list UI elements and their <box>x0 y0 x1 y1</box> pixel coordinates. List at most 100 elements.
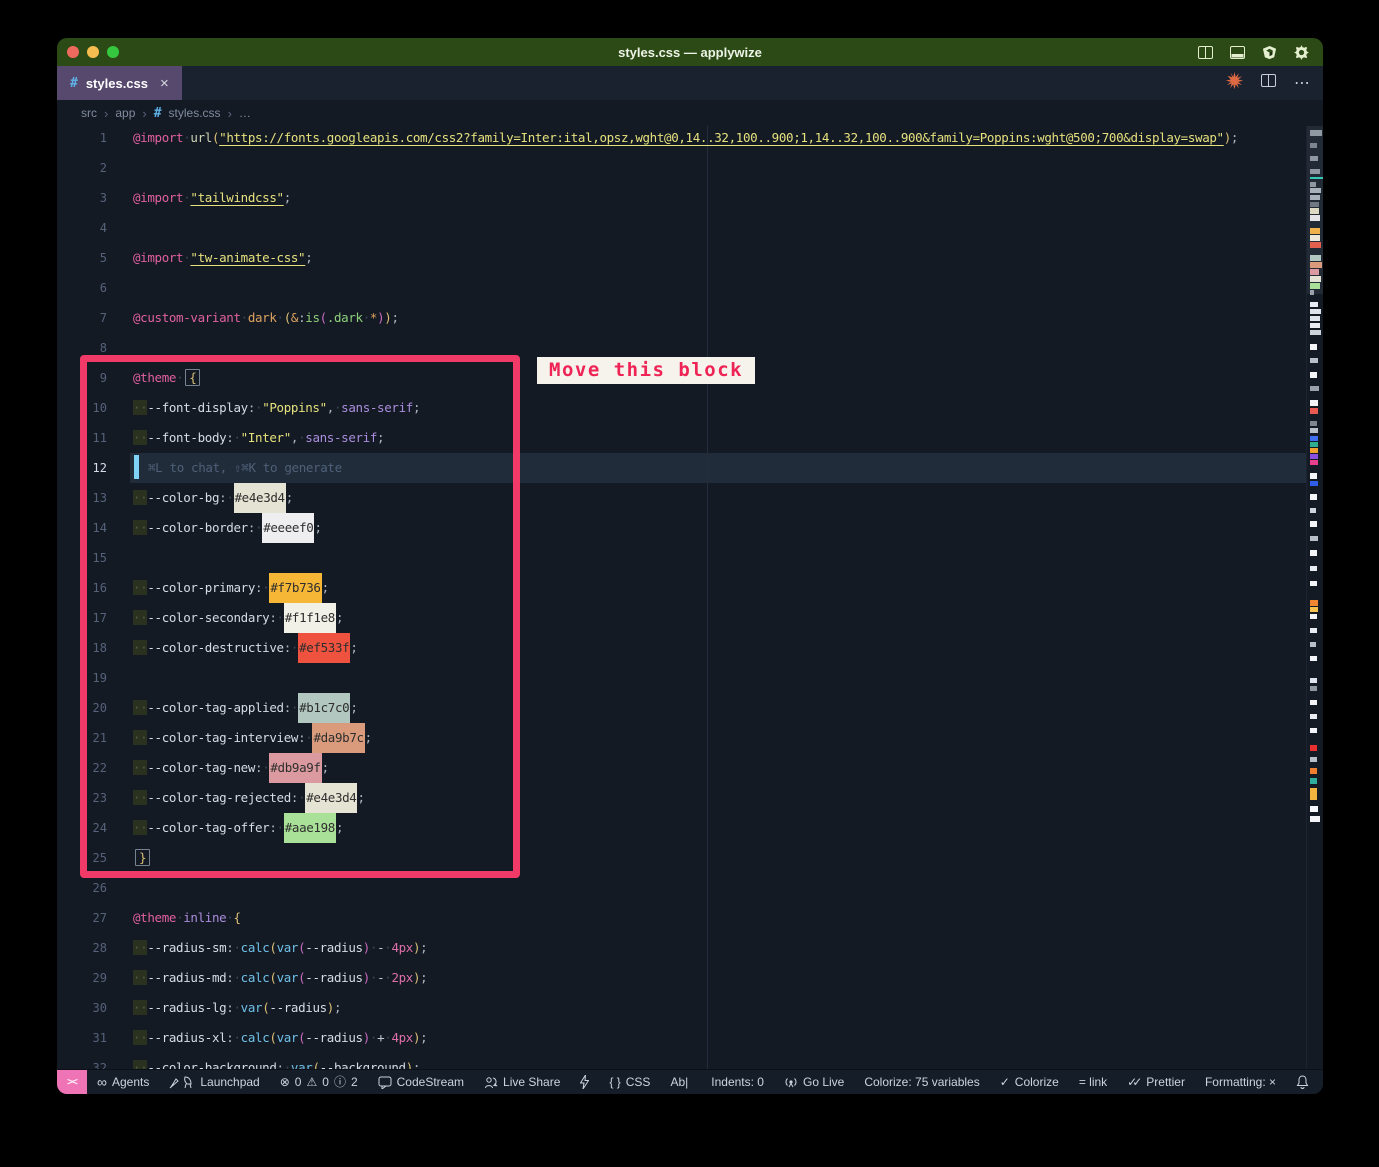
minimap-block <box>1310 344 1317 350</box>
breadcrumb-label: styles.css <box>169 106 221 120</box>
minimap-block <box>1310 156 1318 161</box>
remote-icon: >< <box>67 1077 77 1088</box>
status-item-link-mode[interactable]: = link <box>1069 1070 1117 1094</box>
code-token: ) <box>363 940 370 955</box>
code-token: --radius-sm <box>147 940 226 955</box>
code-token: · <box>370 940 377 955</box>
code-token: var <box>277 1030 299 1045</box>
status-item-notifications[interactable] <box>1286 1070 1319 1094</box>
code-token: --radius <box>305 1030 362 1045</box>
minimap-block <box>1310 235 1320 241</box>
status-label: CSS <box>626 1075 651 1089</box>
minimap-block <box>1310 448 1318 453</box>
infos-count: 2 <box>351 1075 358 1089</box>
minimap-block <box>1310 566 1317 571</box>
code-line-30[interactable]: 30··--radius-lg:·var(--radius); <box>57 993 1307 1023</box>
code-token: ; <box>284 190 291 205</box>
breadcrumb-item-src[interactable]: src <box>81 106 97 120</box>
minimap-block <box>1310 678 1317 683</box>
code-line-6[interactable]: 6 <box>57 273 1307 303</box>
code-content: @import·"tw-animate-css"; <box>133 243 312 273</box>
code-token: 2px <box>391 970 413 985</box>
code-editor[interactable]: 1@import·url("https://fonts.googleapis.c… <box>57 126 1323 1070</box>
minimap-block <box>1310 309 1321 314</box>
status-item-remote-indicator[interactable]: >< <box>57 1070 87 1094</box>
code-token: calc <box>241 940 270 955</box>
status-item-ab-indicator[interactable]: Ab| <box>660 1070 698 1094</box>
status-item-launchpad[interactable]: Launchpad <box>159 1070 269 1094</box>
minimap-block <box>1310 454 1318 459</box>
more-actions-icon[interactable]: ⋯ <box>1294 73 1311 93</box>
tab-styles-css[interactable]: # styles.css × <box>57 66 182 100</box>
line-number: 7 <box>57 303 107 333</box>
minimap-block <box>1310 778 1317 784</box>
split-editor-icon[interactable] <box>1261 74 1276 92</box>
annotation-label: Move this block <box>537 357 755 384</box>
code-token: --radius-md <box>147 970 226 985</box>
status-item-live-share[interactable]: Live Share <box>474 1070 570 1094</box>
status-item-prettier[interactable]: ✓✓Prettier <box>1117 1070 1195 1094</box>
minimap-block <box>1310 686 1317 691</box>
code-token: { <box>234 910 241 925</box>
breadcrumb-item-styles.css[interactable]: #styles.css <box>154 106 221 121</box>
minimap-block <box>1310 816 1320 822</box>
status-item-codestream[interactable]: CodeStream <box>368 1070 474 1094</box>
code-line-27[interactable]: 27@theme·inline·{ <box>57 903 1307 933</box>
code-token: · <box>233 940 240 955</box>
code-token: @import <box>133 130 183 145</box>
code-line-7[interactable]: 7@custom-variant·dark·(&:is(.dark·*)); <box>57 303 1307 333</box>
status-item-indents[interactable]: Indents: 0 <box>701 1070 774 1094</box>
code-line-31[interactable]: 31··--radius-xl:·calc(var(--radius)·+·4p… <box>57 1023 1307 1053</box>
zoom-window-button[interactable] <box>107 46 119 58</box>
close-window-button[interactable] <box>67 46 79 58</box>
code-line-28[interactable]: 28··--radius-sm:·calc(var(--radius)·-·4p… <box>57 933 1307 963</box>
gear-icon[interactable] <box>1294 45 1309 60</box>
error-icon: ⊗ <box>280 1076 290 1088</box>
minimap-block <box>1310 276 1321 282</box>
code-token: · <box>233 1000 240 1015</box>
status-item-language-mode[interactable]: { }CSS <box>599 1070 660 1094</box>
status-item-go-live[interactable]: Go Live <box>774 1070 854 1094</box>
status-item-agents[interactable]: ∞Agents <box>87 1070 159 1094</box>
split-editor-icon[interactable] <box>1198 46 1213 59</box>
breadcrumb-item-app[interactable]: app <box>115 106 135 120</box>
window-title: styles.css — applywize <box>57 45 1323 60</box>
breadcrumb-item-[interactable]: … <box>239 106 251 120</box>
shield-cube-icon[interactable] <box>1262 45 1277 60</box>
minimap-block <box>1310 408 1318 414</box>
code-line-3[interactable]: 3@import·"tailwindcss"; <box>57 183 1307 213</box>
minimize-window-button[interactable] <box>87 46 99 58</box>
code-content: @import·url("https://fonts.googleapis.co… <box>133 126 1238 153</box>
status-item-problems[interactable]: ⊗0⚠0ⓘ2 <box>270 1070 368 1094</box>
code-token: @import <box>133 190 183 205</box>
code-line-1[interactable]: 1@import·url("https://fonts.googleapis.c… <box>57 126 1307 153</box>
status-item-colorize-count[interactable]: Colorize: 75 variables <box>854 1070 989 1094</box>
close-tab-icon[interactable]: × <box>160 75 169 92</box>
code-token: ; <box>391 310 398 325</box>
minimap-block <box>1310 143 1317 148</box>
titlebar: styles.css — applywize <box>57 38 1323 66</box>
minimap-block <box>1310 302 1318 307</box>
status-label: Colorize <box>1015 1075 1059 1089</box>
code-line-5[interactable]: 5@import·"tw-animate-css"; <box>57 243 1307 273</box>
code-token: ·· <box>133 940 147 955</box>
code-line-29[interactable]: 29··--radius-md:·calc(var(--radius)·-·2p… <box>57 963 1307 993</box>
minimap-block <box>1310 283 1320 289</box>
status-item-lightning[interactable] <box>570 1070 599 1094</box>
status-label: Go Live <box>803 1075 844 1089</box>
code-token: --radius-lg <box>147 1000 226 1015</box>
status-item-colorize[interactable]: ✓Colorize <box>990 1070 1069 1094</box>
code-line-32[interactable]: 32··--color-background:·var(--background… <box>57 1053 1307 1070</box>
code-line-4[interactable]: 4 <box>57 213 1307 243</box>
minimap-block <box>1310 550 1317 556</box>
panel-layout-icon[interactable] <box>1230 46 1245 59</box>
info-icon: ⓘ <box>334 1076 346 1088</box>
minimap-block <box>1310 728 1317 733</box>
minimap[interactable] <box>1306 126 1323 1070</box>
minimap-block <box>1310 521 1317 527</box>
code-line-2[interactable]: 2 <box>57 153 1307 183</box>
starburst-icon[interactable] <box>1226 72 1243 94</box>
code-token: url <box>190 130 212 145</box>
code-token: .dark <box>327 310 363 325</box>
status-item-formatting[interactable]: Formatting: × <box>1195 1070 1286 1094</box>
